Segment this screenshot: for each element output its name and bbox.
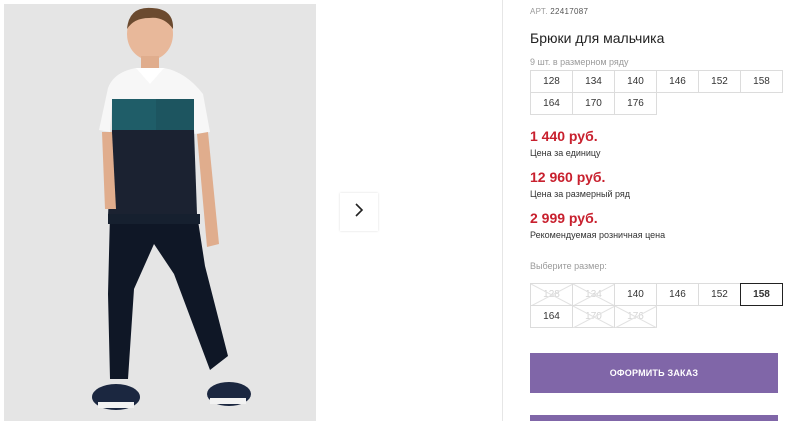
range-size-cell: 146 <box>656 70 699 93</box>
unavailable-cross-icon <box>615 306 657 328</box>
chevron-right-icon <box>353 202 365 223</box>
product-gallery <box>0 0 503 421</box>
retail-price: 2 999 руб. <box>530 210 598 226</box>
choose-size-label: Выберите размер: <box>530 261 607 271</box>
unit-price-label: Цена за единицу <box>530 148 601 158</box>
size-range-grid: 128 134 140 146 152 158 164 170 176 <box>530 70 783 115</box>
product-details: АРТ. 22417087 Брюки для мальчика 9 шт. в… <box>530 0 790 421</box>
size-option-label: 158 <box>753 289 770 300</box>
range-size-cell: 128 <box>530 70 573 93</box>
size-option-170: 170 <box>572 305 615 328</box>
size-option-134: 134 <box>572 283 615 306</box>
range-size-cell: 170 <box>572 92 615 115</box>
unavailable-cross-icon <box>531 284 573 306</box>
size-option-128: 128 <box>530 283 573 306</box>
article-value: 22417087 <box>550 7 589 16</box>
size-selector: 128 134 140 146 152 158 164 170 176 <box>530 283 783 328</box>
article-label: АРТ. <box>530 7 548 16</box>
range-price-label: Цена за размерный ряд <box>530 189 631 199</box>
range-size-cell: 158 <box>740 70 783 93</box>
retail-price-label: Рекомендуемая розничная цена <box>530 230 666 240</box>
range-price: 12 960 руб. <box>530 169 606 185</box>
size-option-146[interactable]: 146 <box>656 283 699 306</box>
range-size-cell: 140 <box>614 70 657 93</box>
order-button[interactable]: ОФОРМИТЬ ЗАКАЗ <box>530 353 778 393</box>
size-option-140[interactable]: 140 <box>614 283 657 306</box>
range-size-cell: 164 <box>530 92 573 115</box>
secondary-button[interactable] <box>530 415 778 421</box>
range-size-cell: 152 <box>698 70 741 93</box>
gallery-next-button[interactable] <box>340 193 378 231</box>
range-size-cell: 134 <box>572 70 615 93</box>
size-option-158-selected[interactable]: 158 <box>740 283 783 306</box>
size-option-176: 176 <box>614 305 657 328</box>
size-option-label: 140 <box>627 289 644 300</box>
range-size-cell: 176 <box>614 92 657 115</box>
boy-model-illustration <box>92 7 251 410</box>
unavailable-cross-icon <box>573 306 615 328</box>
size-range-note: 9 шт. в размерном ряду <box>530 57 629 67</box>
product-title: Брюки для мальчика <box>530 30 665 46</box>
article-number: АРТ. 22417087 <box>530 7 588 16</box>
unavailable-cross-icon <box>573 284 615 306</box>
product-photo[interactable] <box>4 4 316 421</box>
size-option-label: 152 <box>711 289 728 300</box>
size-option-164[interactable]: 164 <box>530 305 573 328</box>
size-option-152[interactable]: 152 <box>698 283 741 306</box>
unit-price: 1 440 руб. <box>530 128 598 144</box>
size-option-label: 146 <box>669 289 686 300</box>
size-option-label: 164 <box>543 311 560 322</box>
